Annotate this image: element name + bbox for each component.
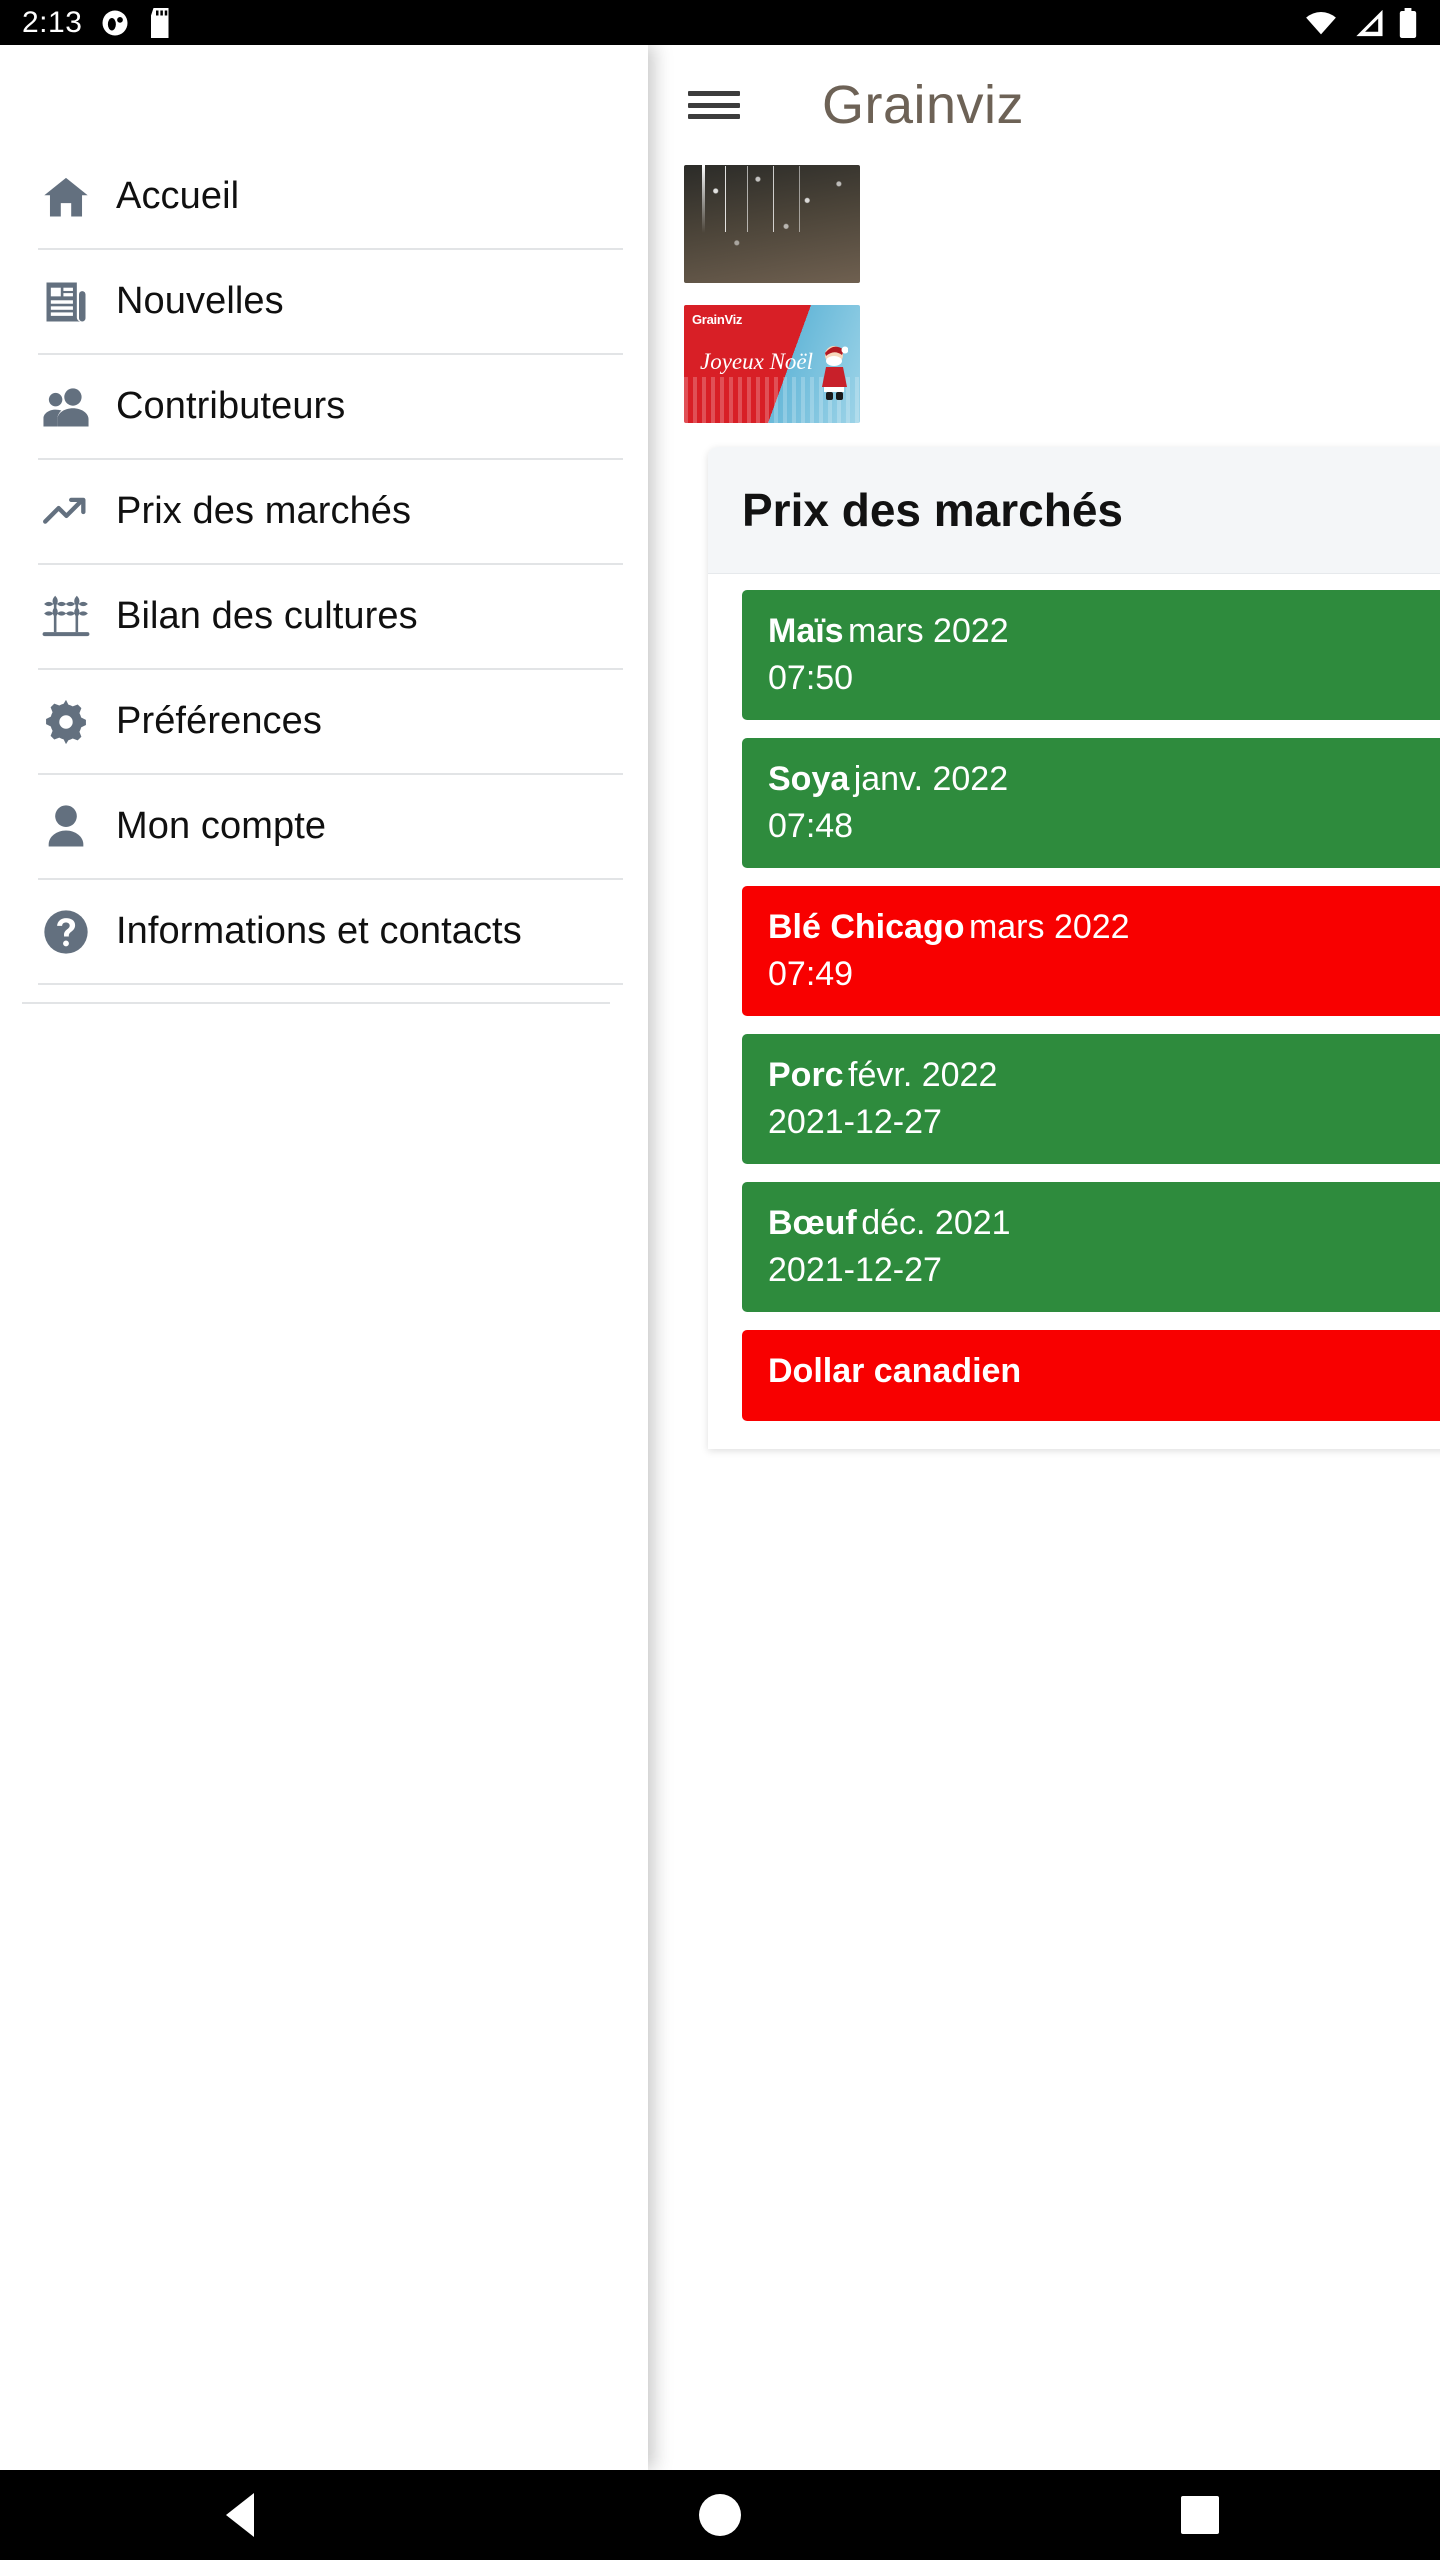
gear-icon bbox=[38, 694, 94, 750]
wheat-icon bbox=[38, 589, 94, 645]
person-icon bbox=[38, 799, 94, 855]
drawer-divider bbox=[38, 983, 623, 985]
sidebar-item-label: Nouvelles bbox=[116, 280, 284, 322]
trending-up-icon bbox=[38, 484, 94, 540]
cell-signal-icon bbox=[1356, 9, 1383, 36]
wifi-icon bbox=[1306, 11, 1336, 34]
home-icon bbox=[38, 169, 94, 225]
system-navigation-bar bbox=[0, 2470, 1440, 2560]
sidebar-item-accueil[interactable]: Accueil bbox=[0, 145, 648, 248]
navigation-drawer: Accueil Nouvelles Contributeurs Prix des ma… bbox=[0, 45, 648, 2470]
sidebar-item-label: Informations et contacts bbox=[116, 910, 522, 952]
sidebar-item-label: Prix des marchés bbox=[116, 490, 412, 532]
status-bar-clock: 2:13 bbox=[22, 5, 83, 39]
help-circle-icon bbox=[38, 904, 94, 960]
sd-card-icon bbox=[151, 7, 169, 38]
home-circle-icon[interactable] bbox=[660, 2470, 780, 2560]
recents-square-icon[interactable] bbox=[1140, 2470, 1260, 2560]
sidebar-item-label: Accueil bbox=[116, 175, 240, 217]
sidebar-item-label: Préférences bbox=[116, 700, 322, 742]
sidebar-item-contributeurs[interactable]: Contributeurs bbox=[0, 355, 648, 458]
drawer-top-spacer bbox=[0, 45, 648, 145]
drawer-bottom-divider bbox=[22, 1002, 610, 1004]
status-bar-right bbox=[1304, 7, 1440, 38]
sidebar-item-prix-des-march-s[interactable]: Prix des marchés bbox=[0, 460, 648, 563]
people-icon bbox=[38, 379, 94, 435]
status-bar-left: 2:13 bbox=[0, 5, 174, 39]
sidebar-item-label: Bilan des cultures bbox=[116, 595, 418, 637]
status-bar: 2:13 bbox=[0, 0, 1440, 45]
sidebar-item-bilan-des-cultures[interactable]: Bilan des cultures bbox=[0, 565, 648, 668]
sidebar-item-mon-compte[interactable]: Mon compte bbox=[0, 775, 648, 878]
drawer-menu-list: Accueil Nouvelles Contributeurs Prix des ma… bbox=[0, 145, 648, 985]
sidebar-item-pr-f-rences[interactable]: Préférences bbox=[0, 670, 648, 773]
notification-dot-icon bbox=[102, 10, 128, 35]
newspaper-icon bbox=[38, 274, 94, 330]
sidebar-item-label: Mon compte bbox=[116, 805, 327, 847]
sidebar-item-label: Contributeurs bbox=[116, 385, 346, 427]
battery-icon bbox=[1399, 7, 1417, 38]
back-triangle-icon[interactable] bbox=[180, 2470, 300, 2560]
sidebar-item-informations-et-contacts[interactable]: Informations et contacts bbox=[0, 880, 648, 983]
sidebar-item-nouvelles[interactable]: Nouvelles bbox=[0, 250, 648, 353]
